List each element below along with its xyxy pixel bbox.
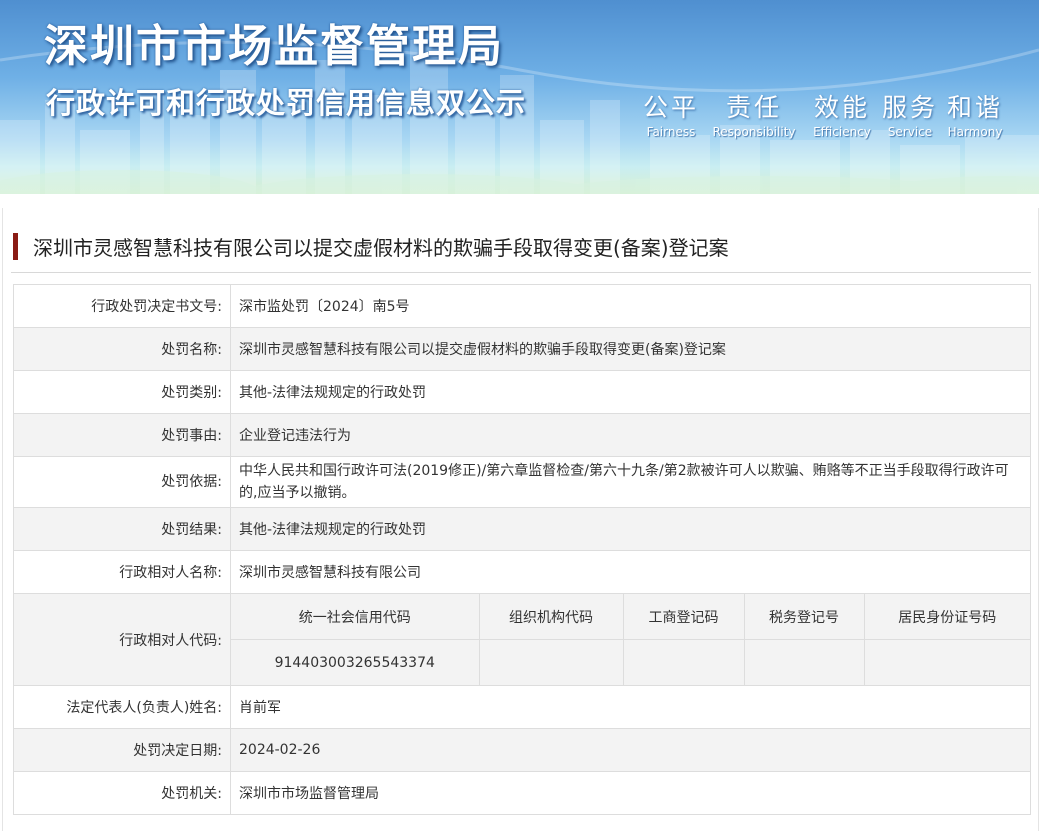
slogan-cn: 服务 [882,93,939,122]
codes-header: 工商登记码 [622,594,745,640]
row-value: 深市监处罚〔2024〕南5号 [230,284,1031,328]
slogan-fairness: 公平 Fairness [640,88,702,139]
table-row: 处罚结果: 其他-法律法规规定的行政处罚 [13,507,1031,551]
table-row: 行政相对人代码: 统一社会信用代码 组织机构代码 工商登记码 税务登记号 居民身… [13,593,1031,686]
row-value: 深圳市灵感智慧科技有限公司以提交虚假材料的欺骗手段取得变更(备案)登记案 [230,327,1031,371]
detail-panel: 深圳市灵感智慧科技有限公司以提交虚假材料的欺骗手段取得变更(备案)登记案 行政处… [2,208,1039,831]
row-value: 企业登记违法行为 [230,413,1031,457]
table-row: 法定代表人(负责人)姓名: 肖前军 [13,685,1031,729]
row-label: 处罚事由: [13,413,231,457]
heading-accent-bar [13,232,18,260]
row-label: 处罚结果: [13,507,231,551]
slogan-en: Harmony [947,125,1003,139]
codes-value: 914403003265543374 [231,639,480,685]
page-heading: 深圳市灵感智慧科技有限公司以提交虚假材料的欺骗手段取得变更(备案)登记案 [13,230,729,262]
row-value: 中华人民共和国行政许可法(2019修正)/第六章监督检查/第六十九条/第2款被许… [230,456,1031,508]
codes-header: 组织机构代码 [478,594,624,640]
slogan-cn: 责任 [725,93,782,122]
slogan-en: Efficiency [813,125,871,139]
row-value: 深圳市市场监督管理局 [230,771,1031,815]
row-label: 行政相对人名称: [13,550,231,594]
table-row: 行政相对人名称: 深圳市灵感智慧科技有限公司 [13,550,1031,594]
banner-slogans: 公平 Fairness 责任 Responsibility 效能 Efficie… [640,88,1008,139]
header-banner: 深圳市市场监督管理局 行政许可和行政处罚信用信息双公示 公平 Fairness … [0,0,1039,194]
row-label: 行政处罚决定书文号: [13,284,231,328]
table-row: 处罚类别: 其他-法律法规规定的行政处罚 [13,370,1031,414]
row-label: 处罚依据: [13,456,231,508]
table-row: 处罚依据: 中华人民共和国行政许可法(2019修正)/第六章监督检查/第六十九条… [13,456,1031,508]
codes-value [743,639,865,685]
row-label: 处罚类别: [13,370,231,414]
table-row: 处罚决定日期: 2024-02-26 [13,728,1031,772]
slogan-cn: 效能 [813,93,870,122]
row-value: 其他-法律法规规定的行政处罚 [230,507,1031,551]
banner-subtitle: 行政许可和行政处罚信用信息双公示 [46,86,527,120]
codes-cell: 统一社会信用代码 组织机构代码 工商登记码 税务登记号 居民身份证号码 9144… [230,593,1031,686]
heading-divider [11,272,1031,273]
slogan-en: Responsibility [712,125,796,139]
row-value: 2024-02-26 [230,728,1031,772]
table-row: 处罚机关: 深圳市市场监督管理局 [13,771,1031,815]
codes-header: 统一社会信用代码 [231,594,480,640]
banner-title: 深圳市市场监督管理局 [44,21,504,72]
codes-header: 居民身份证号码 [863,594,1030,640]
row-value: 深圳市灵感智慧科技有限公司 [230,550,1031,594]
row-label: 处罚决定日期: [13,728,231,772]
table-row: 行政处罚决定书文号: 深市监处罚〔2024〕南5号 [13,284,1031,328]
codes-value-row: 914403003265543374 [231,639,1030,685]
slogan-responsibility: 责任 Responsibility [706,88,802,139]
penalty-info-table: 行政处罚决定书文号: 深市监处罚〔2024〕南5号 处罚名称: 深圳市灵感智慧科… [13,284,1031,815]
codes-header: 税务登记号 [743,594,865,640]
codes-value [863,639,1030,685]
slogan-harmony: 和谐 Harmony [942,88,1008,139]
codes-table: 统一社会信用代码 组织机构代码 工商登记码 税务登记号 居民身份证号码 9144… [231,594,1030,685]
codes-value [622,639,745,685]
slogan-efficiency: 效能 Efficiency [806,88,878,139]
row-label: 法定代表人(负责人)姓名: [13,685,231,729]
codes-value [478,639,624,685]
slogan-cn: 和谐 [946,93,1003,122]
table-row: 处罚名称: 深圳市灵感智慧科技有限公司以提交虚假材料的欺骗手段取得变更(备案)登… [13,327,1031,371]
row-value: 其他-法律法规规定的行政处罚 [230,370,1031,414]
row-label: 行政相对人代码: [13,593,231,686]
row-label: 处罚机关: [13,771,231,815]
slogan-cn: 公平 [642,93,699,122]
row-label: 处罚名称: [13,327,231,371]
page-title: 深圳市灵感智慧科技有限公司以提交虚假材料的欺骗手段取得变更(备案)登记案 [33,235,729,260]
row-value: 肖前军 [230,685,1031,729]
codes-header-row: 统一社会信用代码 组织机构代码 工商登记码 税务登记号 居民身份证号码 [231,594,1030,640]
slogan-service: 服务 Service [882,88,938,139]
slogan-en: Fairness [646,125,696,139]
slogan-en: Service [887,125,933,139]
table-row: 处罚事由: 企业登记违法行为 [13,413,1031,457]
